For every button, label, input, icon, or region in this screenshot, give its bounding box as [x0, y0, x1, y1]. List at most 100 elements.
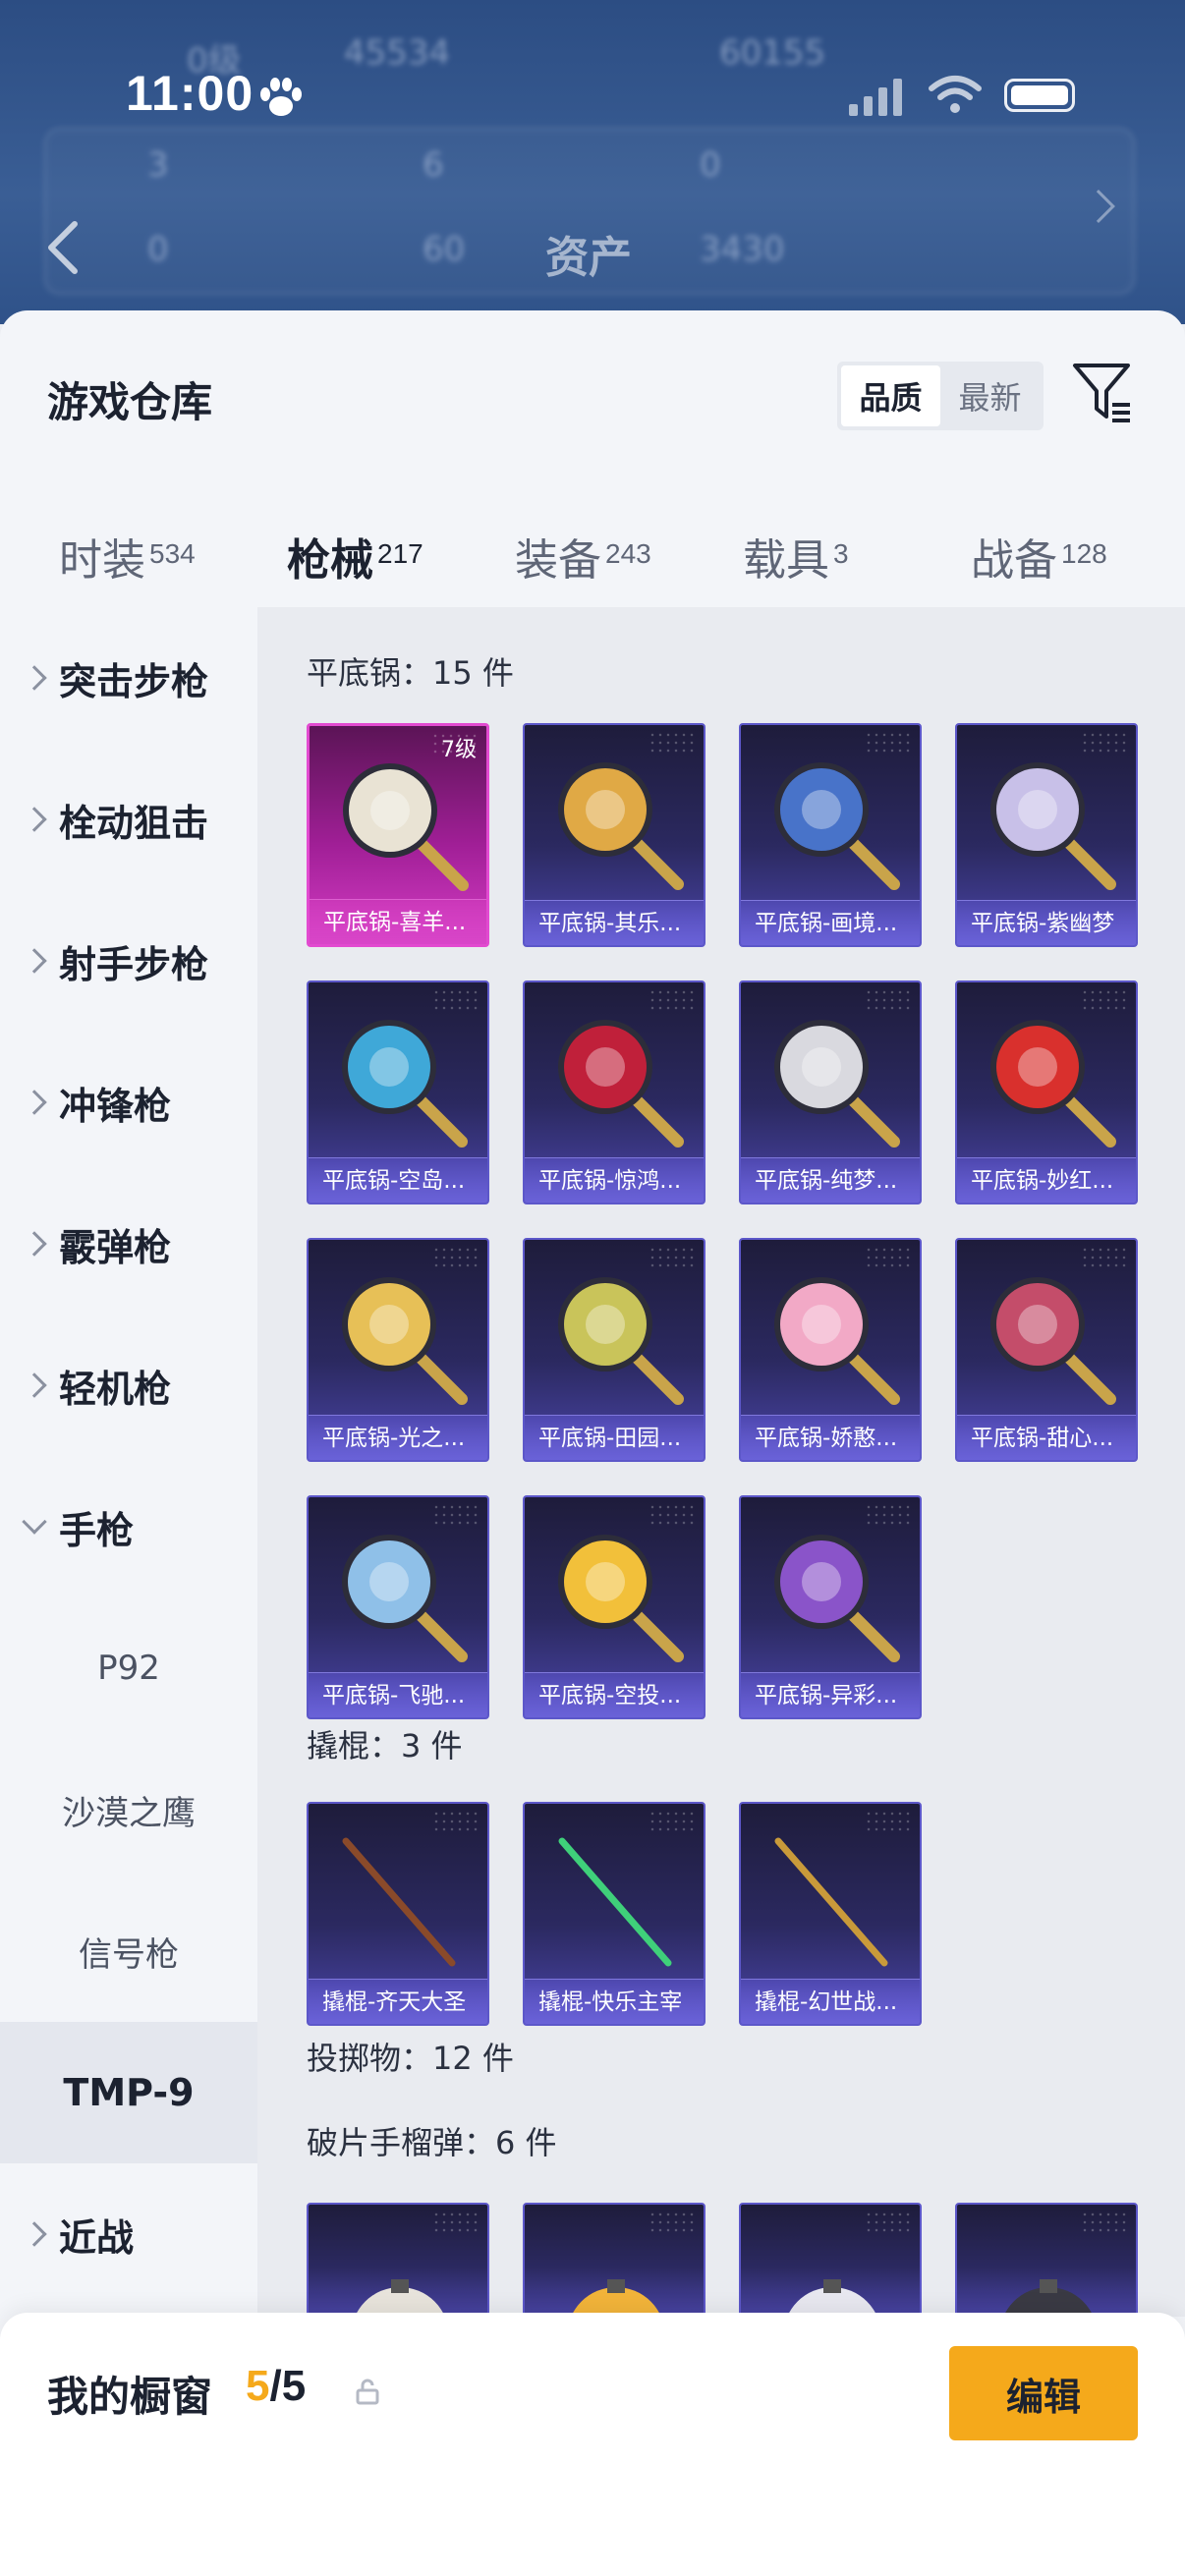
item-image — [774, 1020, 900, 1148]
tab-count: 128 — [1061, 538, 1107, 569]
item-card[interactable]: 平底锅-田园... — [523, 1238, 705, 1462]
item-name-bar: 撬棍-齐天大圣 — [309, 1979, 487, 2024]
item-name-bar: 平底锅-甜心... — [957, 1415, 1136, 1460]
item-name: 平底锅-空投... — [538, 1683, 682, 1708]
tab-label: 时装 — [59, 535, 145, 586]
tab-label: 枪械 — [287, 535, 373, 586]
item-image — [774, 762, 900, 890]
paw-icon — [260, 78, 302, 116]
item-image — [342, 1277, 468, 1405]
chevron-right-icon — [22, 1372, 47, 1398]
item-name-bar: 平底锅-妙红... — [957, 1157, 1136, 1203]
item-card[interactable] — [523, 2203, 705, 2317]
sidebar-item-melee[interactable]: 近战 — [0, 2163, 257, 2305]
tab-label: 装备 — [515, 535, 601, 586]
status-bar: 11:00 — [0, 0, 1185, 187]
item-card[interactable] — [307, 2203, 489, 2317]
sidebar-item-label: 轻机枪 — [59, 1367, 172, 1411]
sidebar-item-shotgun[interactable]: 霰弹枪 — [0, 1173, 257, 1315]
weapon-category-sidebar: 突击步枪 栓动狙击 射手步枪 冲锋枪 霰弹枪 轻机枪 手枪 P92 沙漠之鹰 信… — [0, 607, 257, 2277]
item-name-bar: 平底锅-空岛... — [309, 1157, 487, 1203]
signal-icon — [849, 79, 902, 116]
tab-count: 3 — [833, 538, 849, 569]
sort-toggle: 品质 最新 — [837, 362, 1044, 430]
item-card[interactable]: 平底锅-紫幽梦 — [955, 723, 1138, 947]
item-name-bar: 平底锅-田园... — [525, 1415, 704, 1460]
item-name-bar: 平底锅-紫幽梦 — [957, 900, 1136, 945]
background-stat: 3430 — [700, 230, 785, 269]
item-card[interactable]: 7级 平底锅-喜羊... — [307, 723, 489, 947]
chevron-down-icon — [22, 1509, 47, 1535]
showcase-count: 5/5 — [246, 2362, 306, 2411]
item-image — [343, 763, 469, 891]
item-image — [355, 2279, 445, 2317]
item-name-bar: 平底锅-画境... — [741, 900, 920, 945]
category-tabs: 时装 534 枪械 217 装备 243 载具 3 战备 128 — [0, 497, 1185, 776]
back-icon[interactable] — [43, 218, 83, 277]
item-card[interactable]: 平底锅-妙红... — [955, 980, 1138, 1204]
item-image — [558, 1277, 684, 1405]
sort-option-newest[interactable]: 最新 — [940, 365, 1040, 426]
section-title-throwables: 投掷物：12 件 — [307, 2040, 514, 2077]
battery-icon — [1004, 79, 1075, 112]
chevron-right-icon — [22, 807, 47, 832]
chevron-right-icon — [22, 1090, 47, 1115]
item-card[interactable]: 平底锅-飞驰... — [307, 1495, 489, 1719]
sidebar-subitem-p92[interactable]: P92 — [0, 1597, 257, 1739]
item-image — [990, 1277, 1116, 1405]
item-name: 平底锅-田园... — [538, 1426, 682, 1451]
item-card[interactable]: 平底锅-其乐... — [523, 723, 705, 947]
item-card[interactable]: 平底锅-甜心... — [955, 1238, 1138, 1462]
sidebar-item-smg[interactable]: 冲锋枪 — [0, 1032, 257, 1173]
item-name-bar: 平底锅-纯梦... — [741, 1157, 920, 1203]
item-image — [1003, 2279, 1094, 2317]
item-card[interactable]: 平底锅-惊鸿... — [523, 980, 705, 1204]
showcase-current: 5 — [246, 2362, 270, 2410]
sort-option-quality[interactable]: 品质 — [841, 365, 940, 426]
item-card[interactable]: 撬棍-快乐主宰 — [523, 1802, 705, 2026]
warehouse-sheet: 游戏仓库 品质 最新 时装 534 枪械 217 装备 243 载具 3 战备 128 突… — [0, 310, 1185, 2576]
background-stat: 0 — [147, 230, 169, 269]
item-name-bar: 平底锅-飞驰... — [309, 1672, 487, 1717]
tab-label: 战备 — [971, 535, 1057, 586]
item-image — [558, 762, 684, 890]
tab-count: 534 — [149, 538, 196, 569]
item-card[interactable]: 平底锅-娇憨... — [739, 1238, 922, 1462]
item-card[interactable] — [739, 2203, 922, 2317]
item-image — [571, 2279, 661, 2317]
sidebar-subitem-desert-eagle[interactable]: 沙漠之鹰 — [0, 1739, 257, 1880]
item-card[interactable]: 撬棍-幻世战... — [739, 1802, 922, 2026]
background-stat: 60 — [423, 230, 466, 269]
item-card[interactable] — [955, 2203, 1138, 2317]
sidebar-item-label: 手枪 — [59, 1508, 135, 1552]
item-card[interactable]: 平底锅-异彩... — [739, 1495, 922, 1719]
item-card[interactable]: 平底锅-画境... — [739, 723, 922, 947]
item-name: 撬棍-幻世战... — [755, 1989, 898, 2015]
sidebar-item-pistol[interactable]: 手枪 — [0, 1456, 257, 1597]
chevron-right-icon — [22, 665, 47, 691]
item-card[interactable]: 撬棍-齐天大圣 — [307, 1802, 489, 2026]
item-card[interactable]: 平底锅-空投... — [523, 1495, 705, 1719]
sidebar-subitem-flare-gun[interactable]: 信号枪 — [0, 1880, 257, 2022]
item-name-bar: 撬棍-幻世战... — [741, 1979, 920, 2024]
sidebar-item-assault-rifle[interactable]: 突击步枪 — [0, 607, 257, 749]
sidebar-item-bolt-sniper[interactable]: 栓动狙击 — [0, 749, 257, 890]
background-title: 资产 — [545, 233, 632, 283]
sidebar-subitem-tmp9[interactable]: TMP-9 — [0, 2022, 257, 2163]
tab-label: 载具 — [743, 535, 829, 586]
chevron-right-icon — [22, 1231, 47, 1257]
item-level-badge: 7级 — [441, 738, 477, 762]
section-title-frag-grenade: 破片手榴弹：6 件 — [307, 2124, 557, 2161]
section-title-crowbar: 撬棍：3 件 — [307, 1727, 463, 1764]
item-card[interactable]: 平底锅-纯梦... — [739, 980, 922, 1204]
filter-icon[interactable] — [1071, 360, 1134, 424]
item-card[interactable]: 平底锅-光之... — [307, 1238, 489, 1462]
lock-icon — [356, 2379, 379, 2405]
showcase-total: /5 — [269, 2362, 307, 2410]
edit-button[interactable]: 编辑 — [949, 2346, 1138, 2440]
item-card[interactable]: 平底锅-空岛... — [307, 980, 489, 1204]
item-name-bar: 撬棍-快乐主宰 — [525, 1979, 704, 2024]
sidebar-item-label: 突击步枪 — [59, 659, 209, 703]
sidebar-item-lmg[interactable]: 轻机枪 — [0, 1315, 257, 1456]
sidebar-item-marksman-rifle[interactable]: 射手步枪 — [0, 890, 257, 1032]
